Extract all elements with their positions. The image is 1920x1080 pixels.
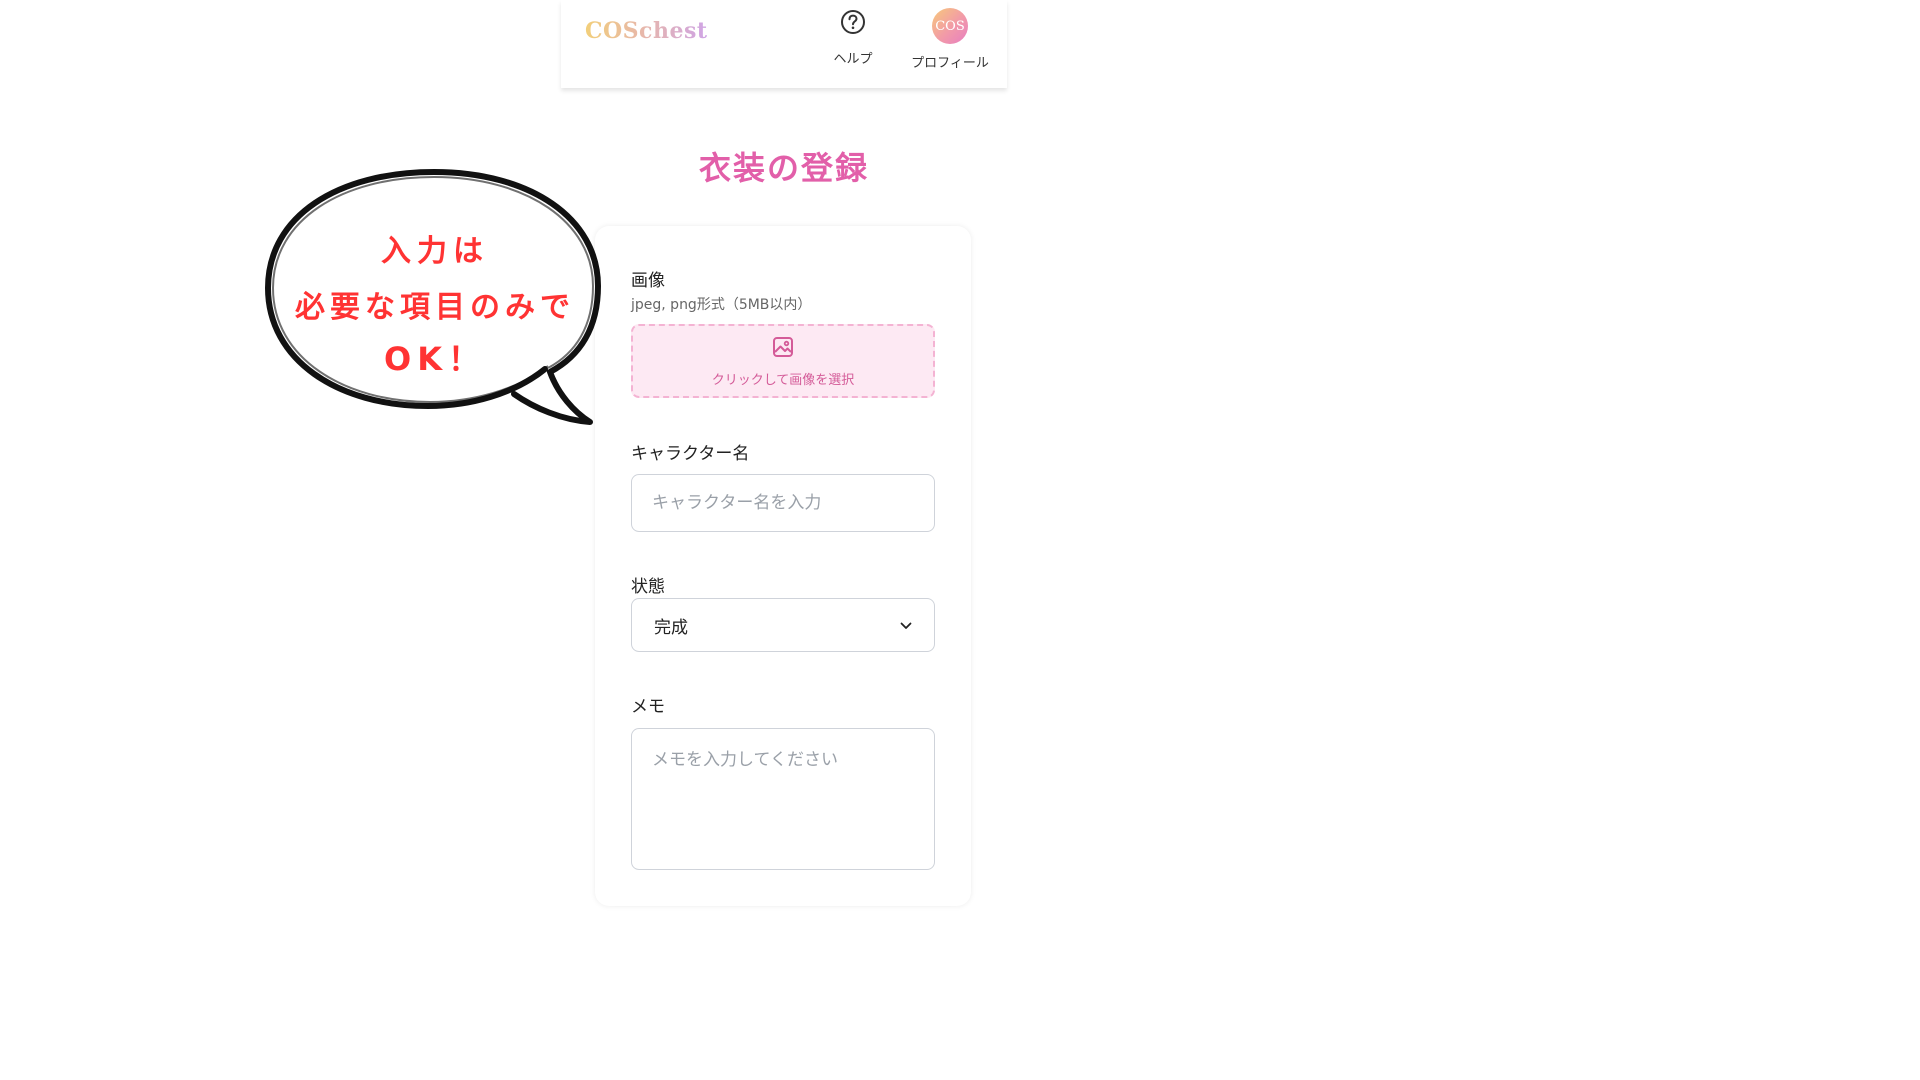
character-name-input[interactable] [631,474,935,532]
app-logo[interactable]: COSchest [585,18,708,44]
question-circle-icon [839,8,867,40]
bubble-text-line2: 必要な項目のみで [295,290,575,325]
help-label: ヘルプ [833,52,873,67]
character-name-label: キャラクター名 [631,444,750,464]
status-label: 状態 [631,577,665,597]
app-header: COSchest ヘルプ COS プロフィール [561,0,1007,88]
avatar: COS [932,8,968,44]
image-hint: jpeg, png形式（5MB以内） [631,297,812,313]
chevron-down-icon [900,615,912,635]
avatar-text: COS [935,18,965,34]
bubble-text-line3: OK！ [383,340,486,378]
status-select[interactable]: 完成 [631,598,935,652]
costume-form-card: 画像 jpeg, png形式（5MB以内） クリックして画像を選択 キャラクター… [595,226,971,906]
page-title: 衣装の登録 [698,149,869,187]
profile-nav-item[interactable]: COS プロフィール [907,8,993,71]
memo-label: メモ [631,697,665,717]
image-upload-area[interactable]: クリックして画像を選択 [631,324,935,398]
help-nav-item[interactable]: ヘルプ [831,8,875,67]
image-label: 画像 [631,271,665,291]
image-icon [771,335,795,363]
memo-textarea[interactable] [631,728,935,870]
bubble-text-line1: 入力は [381,234,489,269]
upload-text: クリックして画像を選択 [711,372,855,388]
profile-label: プロフィール [911,56,989,71]
status-selected-value: 完成 [654,617,688,638]
